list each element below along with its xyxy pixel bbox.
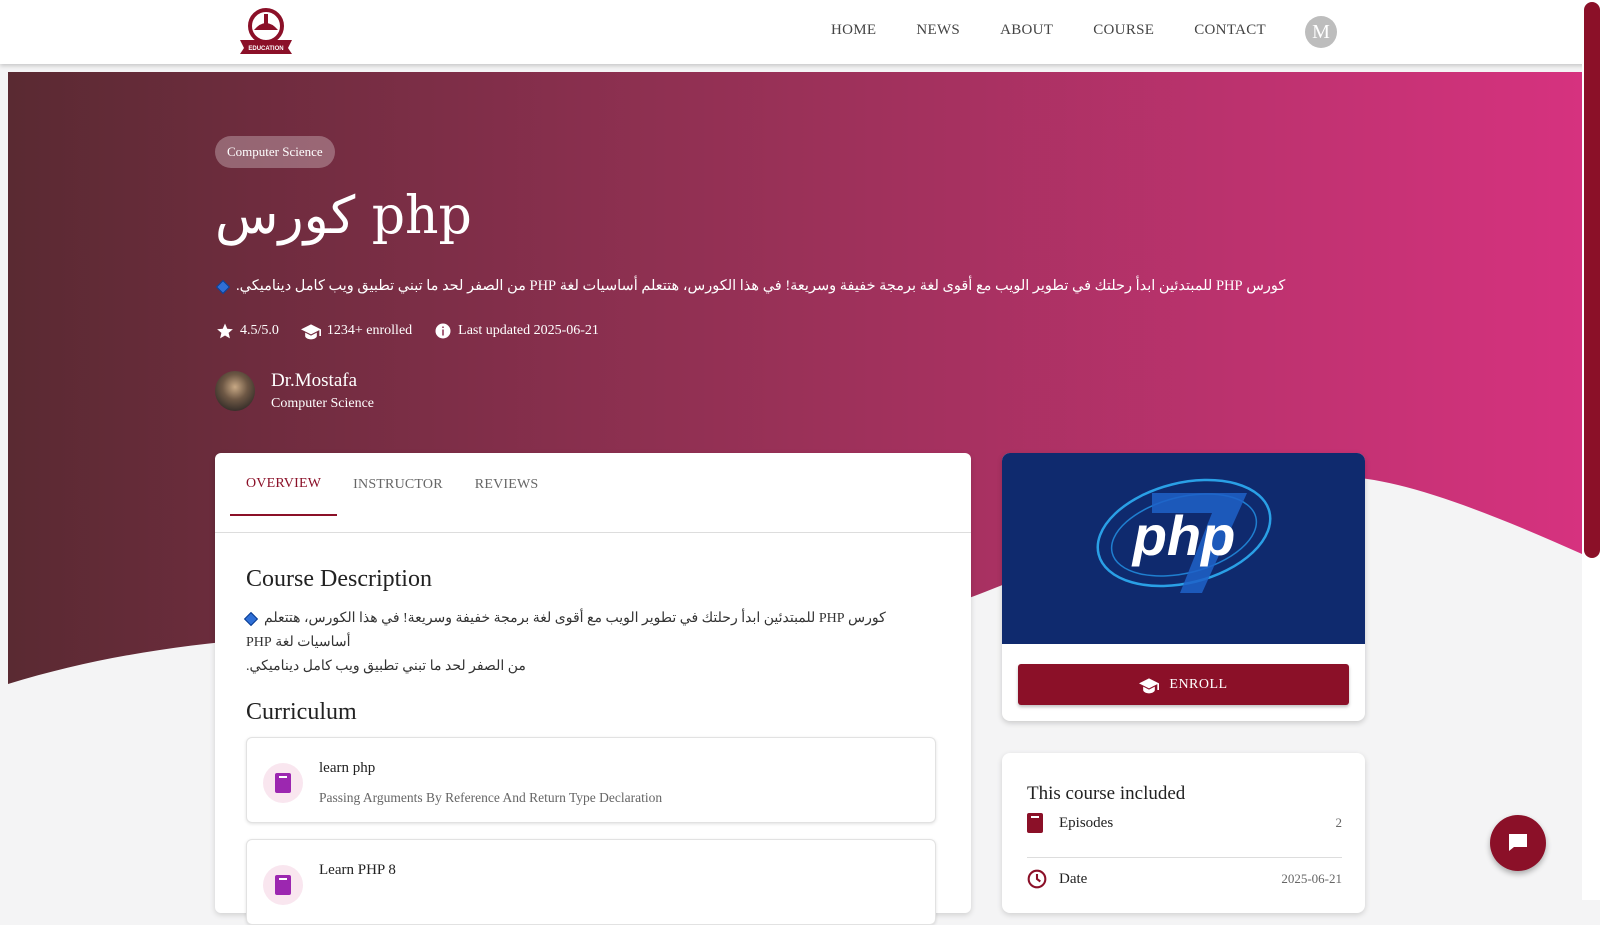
diamond-icon: [243, 611, 259, 626]
star-icon: [217, 323, 233, 339]
lesson-title: Learn PHP 8: [319, 862, 396, 878]
education-logo[interactable]: EDUCATION: [238, 6, 298, 54]
tabs-divider: [215, 532, 971, 533]
nav-home[interactable]: HOME: [831, 22, 876, 39]
curriculum-heading: Curriculum: [246, 699, 357, 725]
chat-button[interactable]: [1490, 815, 1546, 871]
lesson-item[interactable]: learn php Passing Arguments By Reference…: [246, 737, 936, 823]
clock-icon: [1027, 869, 1049, 889]
book-icon: [263, 865, 303, 905]
book-icon: [1027, 813, 1049, 833]
course-description-text: كورس PHP للمبتدئين ابدأ رحلتك في تطوير ا…: [243, 607, 936, 679]
course-tabs: OVERVIEW INSTRUCTOR REVIEWS: [230, 453, 554, 516]
nav-news[interactable]: NEWS: [916, 22, 960, 39]
course-title: كورس php: [215, 186, 472, 246]
graduation-cap-icon: [1139, 677, 1160, 693]
tab-instructor[interactable]: INSTRUCTOR: [337, 453, 459, 516]
date-row: Date 2025-06-21: [1027, 859, 1342, 899]
category-chip[interactable]: Computer Science: [215, 136, 335, 168]
scrollbar-thumb[interactable]: [1584, 2, 1600, 558]
chat-icon: [1509, 834, 1527, 851]
tab-reviews[interactable]: REVIEWS: [459, 453, 555, 516]
course-image: php: [1002, 453, 1365, 644]
main-nav: HOME NEWS ABOUT COURSE CONTACT: [831, 22, 1266, 39]
included-title: This course included: [1027, 783, 1186, 804]
lesson-title: learn php: [319, 760, 376, 776]
course-description-heading: Course Description: [246, 566, 432, 592]
enroll-button[interactable]: ENROLL: [1018, 664, 1349, 705]
instructor-summary[interactable]: Dr.Mostafa Computer Science: [215, 370, 374, 412]
tab-overview[interactable]: OVERVIEW: [230, 453, 338, 516]
graduation-cap-icon: [300, 324, 321, 340]
course-content-card: OVERVIEW INSTRUCTOR REVIEWS Course Descr…: [215, 453, 971, 925]
enrolled-count: 1234+ enrolled: [300, 322, 412, 340]
course-meta: 4.5/5.0 1234+ enrolled Last updated 2025…: [216, 322, 599, 340]
episodes-value: 2: [1335, 815, 1343, 830]
lesson-item[interactable]: Learn PHP 8: [246, 839, 936, 925]
instructor-name[interactable]: Dr.Mostafa: [271, 370, 374, 392]
divider: [1027, 857, 1342, 858]
diamond-icon: [215, 279, 231, 294]
top-navbar: EDUCATION HOME NEWS ABOUT COURSE CONTACT…: [0, 0, 1600, 64]
user-avatar[interactable]: M: [1305, 16, 1337, 48]
instructor-avatar[interactable]: [215, 371, 255, 411]
nav-course[interactable]: COURSE: [1093, 22, 1154, 39]
date-value: 2025-06-21: [1281, 871, 1342, 886]
page-scrollbar[interactable]: [1582, 0, 1600, 900]
last-updated: Last updated 2025-06-21: [434, 322, 599, 340]
episodes-row: Episodes 2: [1027, 803, 1342, 843]
instructor-subject: Computer Science: [271, 396, 375, 411]
enroll-card: php ENROLL: [1002, 453, 1365, 721]
course-short-description: كورس PHP للمبتدئين ابدأ رحلتك في تطوير ا…: [215, 278, 1285, 295]
book-icon: [263, 763, 303, 803]
rating: 4.5/5.0: [216, 322, 279, 340]
info-icon: [435, 323, 451, 339]
nav-contact[interactable]: CONTACT: [1194, 22, 1266, 39]
course-included-card: This course included Episodes 2 Date 202…: [1002, 753, 1365, 913]
svg-text:EDUCATION: EDUCATION: [248, 46, 283, 52]
lesson-subtitle: Passing Arguments By Reference And Retur…: [319, 790, 663, 805]
nav-about[interactable]: ABOUT: [1000, 22, 1053, 39]
svg-text:php: php: [1131, 504, 1236, 567]
